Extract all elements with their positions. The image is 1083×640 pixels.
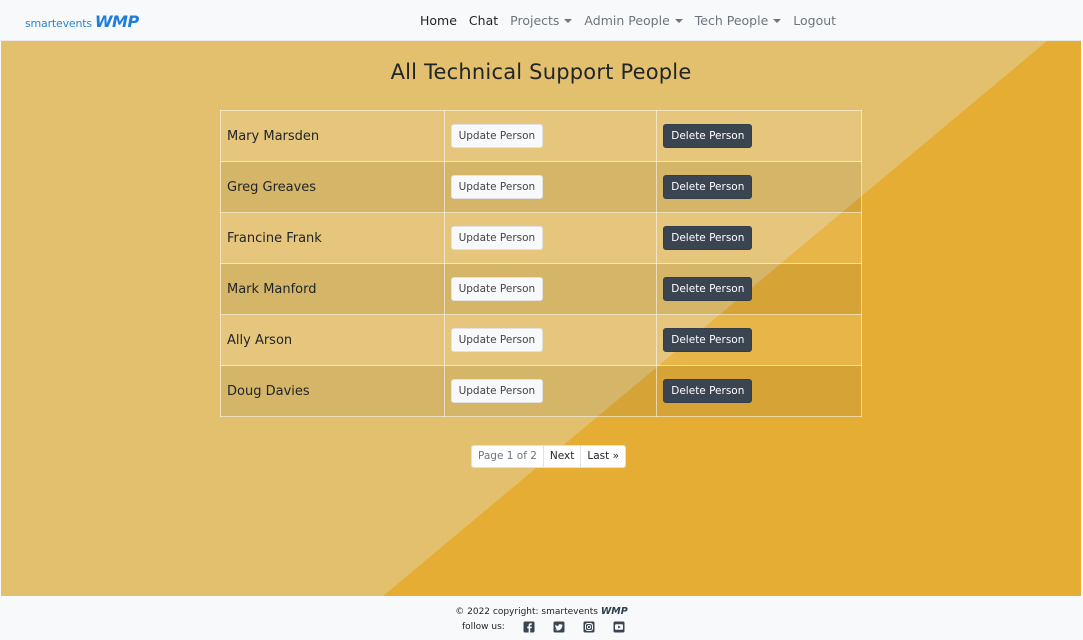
update-cell: Update Person bbox=[443, 110, 658, 162]
nav-chat[interactable]: Chat bbox=[469, 13, 498, 28]
table-row: Mark Manford Update Person Delete Person bbox=[220, 263, 862, 315]
follow-us-label: follow us: bbox=[462, 622, 505, 632]
copyright-text: © 2022 copyright: smartevents bbox=[455, 607, 598, 617]
copyright-logo: WMP bbox=[600, 606, 628, 617]
caret-down-icon bbox=[564, 19, 573, 23]
table-row: Mary Marsden Update Person Delete Person bbox=[220, 110, 862, 162]
delete-cell: Delete Person bbox=[656, 314, 862, 366]
nav-home[interactable]: Home bbox=[420, 13, 457, 28]
update-person-button[interactable]: Update Person bbox=[450, 226, 544, 250]
nav-tech-people-dropdown[interactable]: Tech People bbox=[695, 13, 782, 28]
delete-person-button[interactable]: Delete Person bbox=[663, 379, 753, 403]
person-name: Mark Manford bbox=[220, 263, 445, 315]
brand-small-text: smartevents bbox=[25, 17, 92, 30]
main-nav: Home Chat Projects Admin People Tech Peo… bbox=[420, 0, 848, 41]
social-links bbox=[523, 621, 643, 633]
person-name: Doug Davies bbox=[220, 365, 445, 417]
delete-cell: Delete Person bbox=[656, 110, 862, 162]
footer: © 2022 copyright: smartevents WMP follow… bbox=[0, 596, 1083, 640]
nav-projects-dropdown[interactable]: Projects bbox=[510, 13, 573, 28]
instagram-icon[interactable] bbox=[583, 621, 595, 633]
nav-admin-people-label: Admin People bbox=[584, 13, 670, 28]
copyright: © 2022 copyright: smartevents WMP bbox=[0, 606, 1083, 617]
people-table: Mary Marsden Update Person Delete Person Gr… bbox=[220, 110, 862, 417]
update-person-button[interactable]: Update Person bbox=[450, 124, 544, 148]
delete-cell: Delete Person bbox=[656, 212, 862, 264]
update-person-button[interactable]: Update Person bbox=[450, 328, 544, 352]
update-cell: Update Person bbox=[443, 263, 658, 315]
caret-down-icon bbox=[773, 19, 782, 23]
nav-admin-people-dropdown[interactable]: Admin People bbox=[584, 13, 683, 28]
main-content: All Technical Support People Mary Marsde… bbox=[1, 41, 1081, 596]
pagination: Page 1 of 2 Next Last » bbox=[471, 445, 627, 468]
page-indicator: Page 1 of 2 bbox=[478, 450, 537, 462]
update-cell: Update Person bbox=[443, 212, 658, 264]
navbar: smartevents WMP Home Chat Projects Admin… bbox=[0, 0, 1083, 41]
people-table-body: Mary Marsden Update Person Delete Person Gr… bbox=[220, 110, 862, 417]
delete-person-button[interactable]: Delete Person bbox=[663, 226, 753, 250]
person-name: Francine Frank bbox=[220, 212, 445, 264]
follow-us: follow us: bbox=[462, 621, 643, 633]
update-cell: Update Person bbox=[443, 161, 658, 213]
table-row: Greg Greaves Update Person Delete Person bbox=[220, 161, 862, 213]
delete-person-button[interactable]: Delete Person bbox=[663, 328, 753, 352]
youtube-icon[interactable] bbox=[613, 621, 625, 633]
caret-down-icon bbox=[674, 19, 683, 23]
delete-person-button[interactable]: Delete Person bbox=[663, 277, 753, 301]
update-person-button[interactable]: Update Person bbox=[450, 175, 544, 199]
pagination-next-link[interactable]: Next bbox=[542, 446, 580, 467]
delete-cell: Delete Person bbox=[656, 365, 862, 417]
brand-wmp-text: WMP bbox=[94, 12, 139, 31]
brand-logo[interactable]: smartevents WMP bbox=[25, 12, 139, 31]
table-row: Ally Arson Update Person Delete Person bbox=[220, 314, 862, 366]
update-cell: Update Person bbox=[443, 314, 658, 366]
nav-projects-label: Projects bbox=[510, 13, 560, 28]
table-row: Doug Davies Update Person Delete Person bbox=[220, 365, 862, 417]
delete-cell: Delete Person bbox=[656, 161, 862, 213]
update-person-button[interactable]: Update Person bbox=[450, 277, 544, 301]
facebook-icon[interactable] bbox=[523, 621, 535, 633]
nav-logout[interactable]: Logout bbox=[793, 13, 836, 28]
pagination-last-link[interactable]: Last » bbox=[580, 446, 625, 467]
person-name: Greg Greaves bbox=[220, 161, 445, 213]
delete-person-button[interactable]: Delete Person bbox=[663, 175, 753, 199]
update-person-button[interactable]: Update Person bbox=[450, 379, 544, 403]
delete-person-button[interactable]: Delete Person bbox=[663, 124, 753, 148]
person-name: Mary Marsden bbox=[220, 110, 445, 162]
page-title: All Technical Support People bbox=[390, 60, 692, 84]
twitter-icon[interactable] bbox=[553, 621, 565, 633]
update-cell: Update Person bbox=[443, 365, 658, 417]
delete-cell: Delete Person bbox=[656, 263, 862, 315]
table-row: Francine Frank Update Person Delete Person bbox=[220, 212, 862, 264]
nav-tech-people-label: Tech People bbox=[694, 13, 769, 28]
person-name: Ally Arson bbox=[220, 314, 445, 366]
